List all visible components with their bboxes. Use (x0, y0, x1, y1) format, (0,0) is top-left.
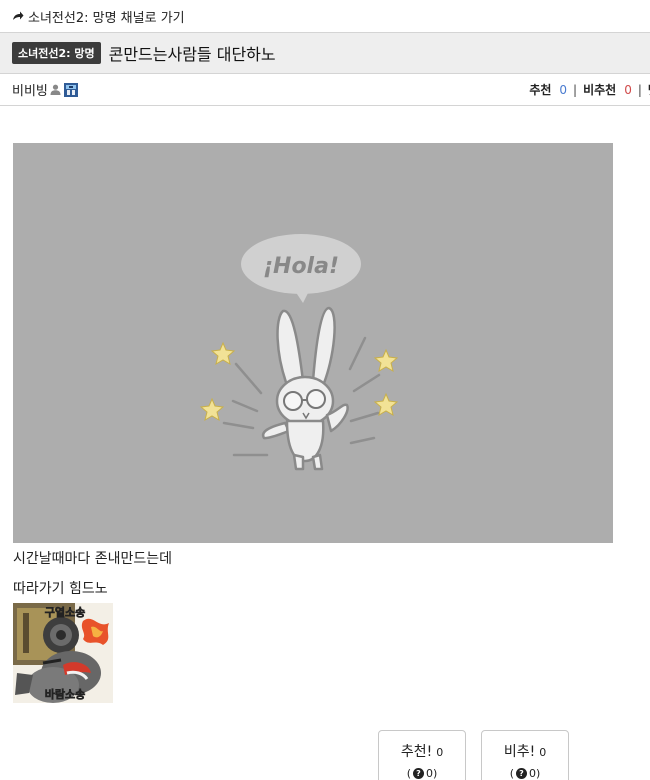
recommend-button-count: 0 (436, 746, 444, 759)
question-icon: ? (413, 768, 424, 779)
recommend-label: 추천 (529, 83, 552, 97)
notrecommend-button[interactable]: 비추! 0 (? 0) (481, 730, 569, 780)
star-icon (210, 341, 236, 366)
post-info-bar: 비비빙 추천 0 | 비추천 0 | 댓글 (0, 74, 650, 106)
recommend-anon-count: (? 0) (406, 767, 438, 780)
post-stats: 추천 0 | 비추천 0 | 댓글 (529, 81, 650, 98)
rank-badge-icon (63, 82, 78, 97)
notrecommend-label: 비추천 (583, 83, 617, 97)
share-arrow-icon (13, 11, 24, 20)
bunny-hola-illustration: ¡Hola! (199, 234, 399, 471)
post-title-bar: 소녀전선2: 망명 콘만드는사람들 대단하노 (0, 32, 650, 74)
stats-divider: | (637, 82, 642, 97)
author-name[interactable]: 비비빙 (12, 80, 48, 99)
user-icon (50, 84, 61, 95)
question-icon: ? (516, 768, 527, 779)
recommend-button-label: 추천! (400, 744, 433, 760)
back-to-channel-bar: 소녀전선2: 망명 채널로 가기 (0, 0, 650, 32)
post-author[interactable]: 비비빙 (12, 80, 78, 99)
notrecommend-count: 0 (624, 82, 632, 97)
star-icon (373, 348, 399, 373)
recommend-count: 0 (559, 82, 568, 97)
back-to-channel-link[interactable]: 소녀전선2: 망명 채널로 가기 (28, 7, 185, 26)
notrecommend-anon-count: (? 0) (509, 767, 541, 780)
channel-badge[interactable]: 소녀전선2: 망명 (12, 42, 101, 64)
post-title: 콘만드는사람들 대단하노 (108, 45, 276, 64)
star-icon (199, 397, 225, 422)
emoticon-sticker[interactable]: 구열소송 바람소송 (13, 603, 113, 703)
notrecommend-button-label: 비추! (503, 744, 536, 760)
sticker-top-text: 구열소송 (45, 606, 85, 619)
notrecommend-button-count: 0 (539, 746, 547, 759)
recommend-button[interactable]: 추천! 0 (? 0) (378, 730, 466, 780)
post-content: ¡Hola! (13, 143, 613, 543)
sticker-bottom-text: 바람소송 (45, 687, 85, 701)
speech-bubble-text: ¡Hola! (263, 254, 339, 279)
post-body-line: 시간날때마다 존내만드는데 (13, 551, 173, 567)
post-body-line: 따라가기 힘드노 (13, 581, 108, 597)
emoticon-sticker-image: 구열소송 바람소송 (13, 603, 113, 703)
stats-divider: | (573, 82, 578, 97)
image-placeholder[interactable]: ¡Hola! (13, 143, 613, 543)
